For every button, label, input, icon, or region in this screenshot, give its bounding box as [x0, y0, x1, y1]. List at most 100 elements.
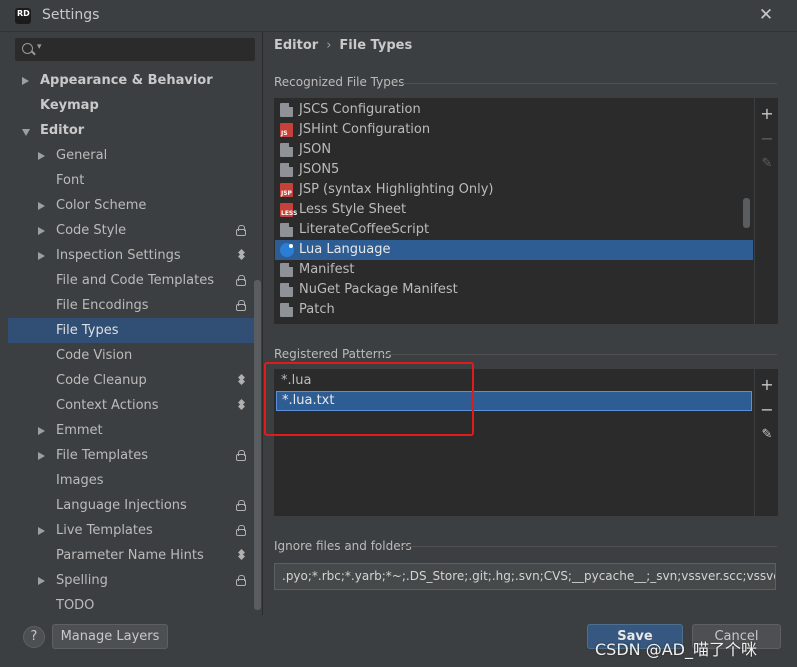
sidebar-item[interactable]: File Templates	[8, 443, 255, 468]
add-file-type-button[interactable]: +	[760, 106, 774, 122]
rider-app-icon: RD	[13, 6, 33, 26]
search-input[interactable]: ▾	[15, 38, 255, 61]
sidebar-item-label: General	[56, 148, 108, 163]
sidebar-item[interactable]: Images	[8, 468, 255, 493]
chevron-right-icon[interactable]	[38, 527, 45, 535]
sidebar-item[interactable]: Font	[8, 168, 255, 193]
sidebar-item-label: Font	[56, 173, 85, 188]
sidebar-item[interactable]: Inspection Settings	[8, 243, 255, 268]
sidebar-item-label: Color Scheme	[56, 198, 147, 213]
sidebar-item[interactable]: Language Injections	[8, 493, 255, 518]
sidebar-item[interactable]: File Encodings	[8, 293, 255, 318]
file-type-label: JSP (syntax Highlighting Only)	[299, 182, 494, 197]
sidebar-item-label: Appearance & Behavior	[40, 73, 213, 88]
sidebar-item-label: Code Cleanup	[56, 373, 147, 388]
file-type-item[interactable]: NuGet Package Manifest	[275, 280, 753, 300]
recognized-file-types-label: Recognized File Types	[274, 75, 405, 89]
patterns-toolbar: + − ✎	[755, 369, 778, 516]
sidebar-item-label: Code Vision	[56, 348, 133, 363]
edit-file-type-button[interactable]: ✎	[760, 157, 774, 171]
lock-icon	[236, 275, 246, 286]
file-type-item[interactable]: LESS Less Style Sheet	[275, 200, 753, 220]
chevron-right-icon[interactable]	[22, 77, 29, 85]
sidebar-item[interactable]: Code Vision	[8, 343, 255, 368]
help-button[interactable]: ?	[23, 626, 45, 648]
chevron-right-icon[interactable]	[38, 577, 45, 585]
sidebar-item[interactable]: Color Scheme	[8, 193, 255, 218]
breadcrumb-parent[interactable]: Editor	[274, 38, 318, 53]
breadcrumb-separator: ›	[326, 38, 332, 53]
file-type-item[interactable]: Lua Language	[275, 240, 753, 260]
file-type-icon	[280, 283, 293, 297]
lock-icon	[236, 225, 246, 236]
lock-icon	[236, 450, 246, 461]
sidebar-item-label: Context Actions	[56, 398, 159, 413]
ignore-files-input[interactable]: .pyo;*.rbc;*.yarb;*~;.DS_Store;.git;.hg;…	[274, 563, 776, 590]
file-type-icon	[280, 163, 293, 177]
file-type-label: JSON	[299, 142, 332, 157]
sidebar-item[interactable]: Context Actions	[8, 393, 255, 418]
chevron-right-icon[interactable]	[38, 152, 45, 160]
sidebar-item-label: Editor	[40, 123, 85, 138]
file-type-item[interactable]: JSON	[275, 140, 753, 160]
sidebar-item[interactable]: File and Code Templates	[8, 268, 255, 293]
recognized-file-types-list[interactable]: JSCS Configuration JS JSHint Configuration…	[274, 98, 754, 324]
edit-pattern-button[interactable]: ✎	[760, 428, 774, 442]
sidebar-item[interactable]: General	[8, 143, 255, 168]
file-type-item[interactable]: JSON5	[275, 160, 753, 180]
chevron-right-icon[interactable]	[38, 202, 45, 210]
sidebar-item[interactable]: Editor	[8, 118, 255, 143]
file-type-item[interactable]: JSCS Configuration	[275, 100, 753, 120]
manage-layers-button[interactable]: Manage Layers	[52, 624, 168, 649]
sidebar-item-label: File Types	[56, 323, 119, 338]
sidebar-item-label: Live Templates	[56, 523, 153, 538]
lua-file-icon	[280, 243, 294, 257]
sidebar-item[interactable]: Parameter Name Hints	[8, 543, 255, 568]
section-divider	[401, 83, 777, 84]
remove-file-type-button[interactable]: −	[760, 131, 774, 147]
sidebar-item-label: Keymap	[40, 98, 99, 113]
sidebar-item[interactable]: Live Templates	[8, 518, 255, 543]
lock-icon	[236, 500, 246, 511]
app-icon-label: RD	[17, 9, 30, 18]
sidebar-item-label: File Encodings	[56, 298, 149, 313]
chevron-right-icon[interactable]	[38, 252, 45, 260]
settings-sidebar: ▾ Appearance & Behavior Keymap Editor Gener…	[0, 32, 263, 615]
close-icon[interactable]: ✕	[755, 4, 777, 26]
file-type-icon	[280, 223, 293, 237]
sidebar-item[interactable]: Code Cleanup	[8, 368, 255, 393]
file-type-item[interactable]: JSP JSP (syntax Highlighting Only)	[275, 180, 753, 200]
file-type-icon: JS	[280, 123, 293, 137]
lock-icon	[236, 525, 246, 536]
file-type-item[interactable]: LiterateCoffeeScript	[275, 220, 753, 240]
file-type-label: Less Style Sheet	[299, 202, 407, 217]
sidebar-item-label: Images	[56, 473, 104, 488]
file-type-item[interactable]: JS JSHint Configuration	[275, 120, 753, 140]
sidebar-item[interactable]: Code Style	[8, 218, 255, 243]
sidebar-item-label: File and Code Templates	[56, 273, 214, 288]
sidebar-item[interactable]: File Types	[8, 318, 255, 343]
chevron-right-icon[interactable]	[38, 427, 45, 435]
breadcrumb: Editor › File Types	[274, 38, 412, 53]
add-pattern-button[interactable]: +	[760, 377, 774, 393]
recognized-list-scrollbar[interactable]	[743, 198, 750, 228]
remove-pattern-button[interactable]: −	[760, 402, 774, 418]
file-type-item[interactable]: Patch	[275, 300, 753, 320]
chevron-right-icon[interactable]	[38, 452, 45, 460]
sidebar-item[interactable]: Keymap	[8, 93, 255, 118]
sidebar-item-label: Code Style	[56, 223, 127, 238]
sidebar-item[interactable]: Emmet	[8, 418, 255, 443]
chevron-down-icon[interactable]	[22, 129, 30, 136]
chevron-right-icon[interactable]	[38, 227, 45, 235]
sidebar-item[interactable]: Appearance & Behavior	[8, 68, 255, 93]
file-type-item[interactable]: Manifest	[275, 260, 753, 280]
file-type-icon: LESS	[280, 203, 297, 217]
file-type-label: JSCS Configuration	[299, 102, 421, 117]
sidebar-scrollbar[interactable]	[254, 280, 261, 610]
file-type-icon-tag: JS	[281, 130, 288, 137]
sidebar-item-label: File Templates	[56, 448, 148, 463]
layers-icon	[237, 251, 246, 260]
window-title: Settings	[42, 7, 100, 23]
sidebar-item[interactable]: Spelling	[8, 568, 255, 593]
file-types-pane: Editor › File Types Recognized File Types …	[264, 32, 797, 615]
